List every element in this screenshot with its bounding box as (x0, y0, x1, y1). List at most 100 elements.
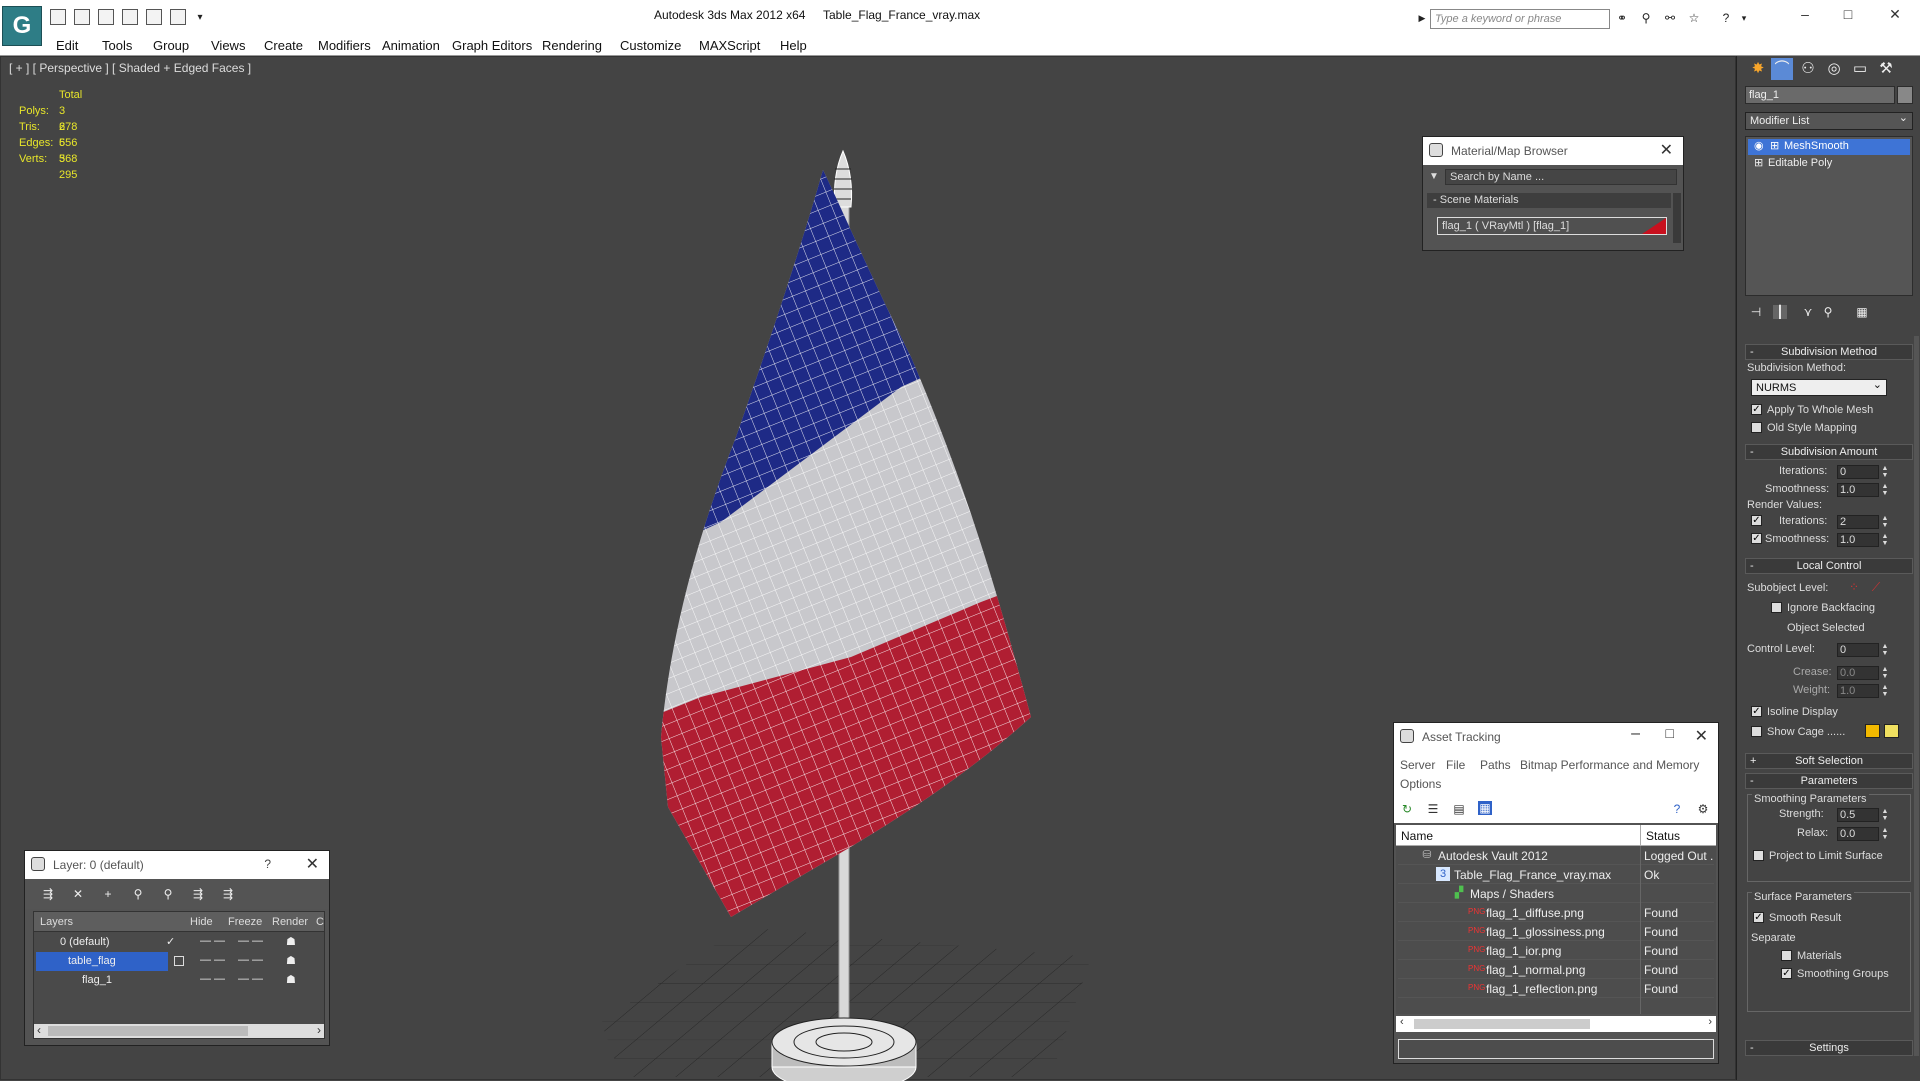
asset-row[interactable]: 3 Table_Flag_France_vray.max Ok (1398, 865, 1714, 884)
asset-row[interactable]: PNG flag_1_glossiness.png Found (1398, 922, 1714, 941)
menu-modifiers[interactable]: Modifiers (318, 38, 371, 53)
smooth-result-checkbox[interactable]: ✓ (1753, 912, 1764, 923)
quick-access-dropdown-icon[interactable]: ▾ (192, 10, 208, 26)
select-objects-icon[interactable]: ⚲ (131, 887, 145, 901)
iterations-spinner[interactable]: 0 (1837, 465, 1879, 479)
ignore-backfacing-checkbox[interactable] (1771, 602, 1782, 613)
highlight-layer-icon[interactable]: ⚲ (161, 887, 175, 901)
asset-horizontal-scrollbar[interactable]: ‹ › (1396, 1016, 1716, 1032)
asset-row[interactable]: PNG flag_1_reflection.png Found (1398, 979, 1714, 998)
rollout-subdivision-amount[interactable]: - Subdivision Amount (1745, 444, 1913, 460)
render-smoothness-checkbox[interactable]: ✓ (1751, 533, 1762, 544)
menu-group[interactable]: Group (153, 38, 189, 53)
menu-maxscript[interactable]: MAXScript (699, 38, 760, 53)
layer-col-freeze[interactable]: Freeze (228, 916, 262, 928)
pin-stack-icon[interactable]: ⊣ (1749, 305, 1763, 319)
detail-view-icon[interactable]: ▤ (1452, 802, 1466, 816)
menu-customize[interactable]: Customize (620, 38, 681, 53)
display-tab-icon[interactable]: ▭ (1849, 58, 1871, 80)
render-teapot-icon[interactable]: ☗ (286, 973, 296, 986)
communication-center-icon[interactable]: ⚯ (1662, 10, 1678, 26)
asset-path-field[interactable] (1398, 1039, 1714, 1059)
asset-row[interactable]: ▞ Maps / Shaders (1398, 884, 1714, 903)
layer-scroll-left-icon[interactable]: ‹ (37, 1023, 41, 1037)
vertex-level-icon[interactable]: ⁘ (1847, 580, 1861, 594)
app-logo-button[interactable]: G (2, 6, 42, 46)
freeze-all-icon[interactable]: ⇶ (221, 887, 235, 901)
binoculars-icon[interactable]: ⚭ (1614, 10, 1630, 26)
render-teapot-icon[interactable]: ☗ (286, 954, 296, 967)
command-panel-scrollbar[interactable] (1914, 336, 1919, 1056)
material-search-input[interactable]: Search by Name ... (1445, 169, 1677, 185)
asset-row[interactable]: ⛁ Autodesk Vault 2012 Logged Out . (1398, 846, 1714, 865)
isoline-display-checkbox[interactable]: ✓ (1751, 706, 1762, 717)
render-smoothness-spinner[interactable]: 1.0 (1837, 533, 1879, 547)
apply-whole-mesh-checkbox[interactable]: ✓ (1751, 404, 1762, 415)
expand-plus-icon[interactable]: ⊞ (1754, 156, 1763, 169)
menu-views[interactable]: Views (211, 38, 245, 53)
create-layer-icon[interactable]: ⇶ (41, 887, 55, 901)
menu-help[interactable]: Help (780, 38, 807, 53)
weight-spinner[interactable]: 1.0 (1837, 684, 1879, 698)
separate-smoothing-groups-checkbox[interactable]: ✓ (1781, 968, 1792, 979)
scene-material-item[interactable]: flag_1 ( VRayMtl ) [flag_1] (1437, 217, 1667, 235)
modify-tab-icon[interactable]: ⌒ (1771, 58, 1793, 80)
project-folder-icon[interactable] (170, 9, 186, 25)
menu-animation[interactable]: Animation (382, 38, 440, 53)
edge-level-icon[interactable]: ⟋ (1869, 580, 1883, 594)
close-button[interactable]: ✕ (1880, 4, 1910, 24)
scene-materials-group[interactable]: - Scene Materials (1427, 193, 1671, 208)
maximize-button[interactable]: □ (1833, 4, 1863, 24)
weight-spin-arrows[interactable]: ▲ ▼ (1881, 684, 1889, 698)
menu-create[interactable]: Create (264, 38, 303, 53)
open-file-icon[interactable] (74, 9, 90, 25)
modifier-list-dropdown[interactable]: Modifier List (1745, 111, 1913, 130)
layer-horizontal-scrollbar[interactable]: ‹ › (34, 1023, 324, 1038)
separate-materials-checkbox[interactable] (1781, 950, 1792, 961)
asset-menu-paths[interactable]: Paths (1480, 758, 1511, 772)
show-end-result-icon[interactable]: ┃ (1773, 305, 1787, 319)
rollout-subdivision-method[interactable]: - Subdivision Method (1745, 344, 1913, 360)
project-limit-checkbox[interactable] (1753, 850, 1764, 861)
asset-menu-options[interactable]: Options (1400, 777, 1441, 791)
material-browser-scrollbar[interactable] (1673, 193, 1681, 243)
scroll-left-icon[interactable]: ‹ (1400, 1016, 1404, 1028)
motion-tab-icon[interactable]: ◎ (1823, 58, 1845, 80)
keyword-search-input[interactable]: Type a keyword or phrase (1430, 9, 1610, 29)
new-scene-icon[interactable] (50, 9, 66, 25)
layer-help-icon[interactable]: ? (264, 857, 271, 871)
asset-menu-server[interactable]: Server (1400, 758, 1435, 772)
asset-menu-bitmap[interactable]: Bitmap Performance and Memory (1520, 758, 1699, 772)
layer-row[interactable]: 0 (default) ✓ — — — — ☗ (34, 933, 324, 952)
material-browser-close-icon[interactable]: ✕ (1660, 140, 1673, 160)
asset-close-icon[interactable]: ✕ (1695, 726, 1708, 746)
expand-plus-icon[interactable]: ⊞ (1770, 139, 1779, 152)
old-style-mapping-checkbox[interactable] (1751, 422, 1762, 433)
smoothness-spin-arrows[interactable]: ▲ ▼ (1881, 483, 1889, 497)
layer-col-render[interactable]: Render (272, 916, 308, 928)
control-level-spinner[interactable]: 0 (1837, 643, 1879, 657)
render-teapot-icon[interactable]: ☗ (286, 935, 296, 948)
layer-scroll-right-icon[interactable]: › (317, 1023, 321, 1037)
cage-color-swatch-2[interactable] (1884, 724, 1899, 738)
remove-modifier-icon[interactable]: ⚲ (1821, 305, 1835, 319)
asset-col-name[interactable]: Name (1401, 829, 1433, 843)
layer-scroll-thumb[interactable] (48, 1026, 248, 1036)
menu-edit[interactable]: Edit (56, 38, 78, 53)
add-to-layer-icon[interactable]: + (101, 887, 115, 901)
utilities-tab-icon[interactable]: ⚒ (1875, 58, 1897, 80)
redo-icon[interactable] (146, 9, 162, 25)
object-color-swatch[interactable] (1897, 86, 1913, 104)
render-smoothness-spin-arrows[interactable]: ▲ ▼ (1881, 533, 1889, 547)
stack-item-meshsmooth[interactable]: ◉ ⊞ MeshSmooth (1748, 139, 1910, 155)
delete-layer-icon[interactable]: ✕ (71, 887, 85, 901)
layer-active-check[interactable]: ✓ (166, 935, 175, 948)
asset-menu-file[interactable]: File (1446, 758, 1465, 772)
scroll-right-icon[interactable]: › (1708, 1016, 1712, 1028)
list-view-icon[interactable]: ☰ (1426, 802, 1440, 816)
relax-spinner[interactable]: 0.0 (1837, 827, 1879, 841)
stack-item-editable-poly[interactable]: ⊞ Editable Poly (1748, 156, 1910, 172)
strength-spinner[interactable]: 0.5 (1837, 808, 1879, 822)
hierarchy-tab-icon[interactable]: ⚇ (1797, 58, 1819, 80)
configure-modifier-sets-icon[interactable]: ▦ (1855, 305, 1869, 319)
